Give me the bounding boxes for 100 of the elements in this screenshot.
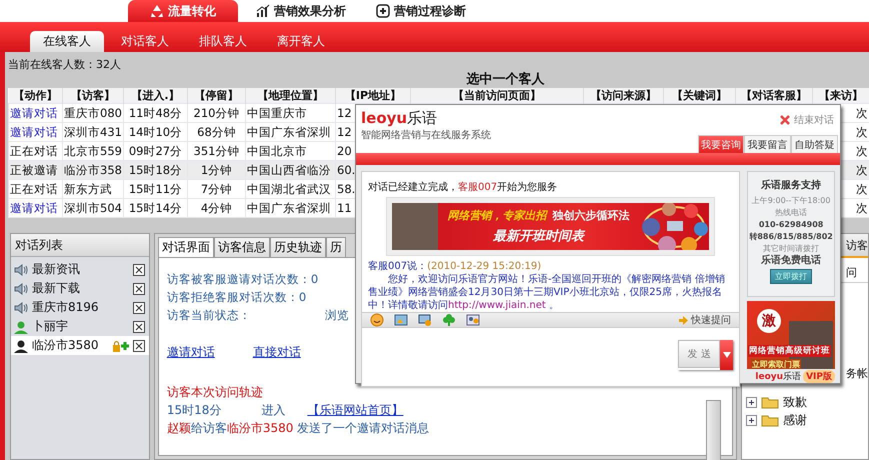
conversation-item[interactable]: 卜丽宇	[11, 317, 149, 336]
tree-node[interactable]: 致歉	[742, 393, 868, 411]
sub-tab[interactable]: 对话客人	[108, 31, 182, 52]
support-text: 热线电话	[775, 207, 808, 219]
close-icon	[132, 264, 145, 276]
folder-icon	[761, 413, 779, 427]
picture-icon[interactable]	[394, 313, 408, 327]
support-text: 其它时间请拨打	[763, 243, 820, 254]
stat-label: 访客被客服邀请对话次数：	[166, 272, 311, 286]
message-link[interactable]: http://www.jiain.net	[448, 300, 546, 311]
people-icon[interactable]	[466, 313, 480, 327]
support-text: 转886/815/885/802	[749, 231, 833, 243]
close-icon	[132, 340, 145, 352]
column-header: 【进入.】	[124, 88, 188, 104]
support-text: 010-62984908	[758, 219, 824, 231]
column-header: 【停留】	[188, 88, 246, 104]
dropdown-button[interactable]	[720, 340, 734, 370]
chat-tab[interactable]: 我要咨询	[698, 135, 744, 153]
table-cell: 深圳市431	[62, 122, 124, 142]
conversation-name: 卜丽宇	[32, 318, 69, 335]
ad-title: 网络营销高级研讨班	[748, 344, 832, 357]
panel-tab[interactable]: 历史轨迹	[270, 237, 326, 257]
stat-label: 访客拒绝客服对话次数：	[166, 290, 299, 304]
caret-icon	[722, 352, 731, 358]
selection-hint: 选中一个客人	[466, 70, 546, 88]
table-cell: 14时10分	[124, 122, 188, 142]
table-cell: 7分钟	[188, 180, 246, 198]
stat-label: 访客当前状态：	[166, 308, 251, 322]
column-header: 【IP地址】	[336, 88, 410, 104]
conversation-name: 临汾市3580	[32, 337, 100, 354]
conversation-item[interactable]: 重庆市8196	[11, 298, 149, 317]
send-button[interactable]: 发 送	[678, 340, 720, 368]
person-icon	[13, 320, 29, 334]
table-cell: 中国广东省深圳	[246, 122, 336, 142]
invite-link[interactable]: 邀请对话	[8, 122, 62, 142]
conversation-item[interactable]: 最新资讯	[11, 260, 149, 279]
nav-tab[interactable]: 营销过程诊断	[364, 0, 478, 22]
banner-slogan: 网络营销，专家出招	[448, 208, 547, 223]
conversation-name: 最新下载	[32, 280, 81, 297]
chat-tab[interactable]: 自助答疑	[791, 135, 838, 153]
log-message: 赵颖给访客临汾市3580 发送了一个邀请对话消息	[166, 420, 430, 437]
sub-tab[interactable]: 在线客人	[30, 31, 104, 52]
chat-tab[interactable]: 我要留言	[744, 135, 791, 153]
invite-link[interactable]: 邀请对话	[8, 104, 62, 122]
table-cell: 15时18分	[124, 160, 188, 180]
conversation-item[interactable]: 临汾市3580	[11, 336, 149, 355]
sub-tab[interactable]: 排队客人	[186, 31, 260, 52]
ad-badge: 激	[757, 308, 782, 333]
tree-label: 务帐	[846, 367, 868, 380]
tree-node[interactable]: 感谢	[742, 411, 868, 429]
section-title: 访客本次访问轨迹	[166, 384, 264, 401]
conversation-item[interactable]: 最新下载	[11, 279, 149, 298]
stat-value: 0	[310, 272, 318, 286]
field-text: 问	[846, 266, 857, 279]
panel-tab[interactable]: 对话界面	[158, 237, 214, 257]
trail-time: 15时18分	[166, 402, 222, 419]
panel-tab[interactable]: 历	[326, 237, 346, 257]
photo-placeholder	[392, 203, 438, 250]
column-header: 【对话客服】	[736, 88, 812, 104]
nav-tab[interactable]: 营销效果分析	[244, 0, 358, 22]
bubbles-drawing	[639, 203, 710, 250]
banner-title: 最新开班时间表	[493, 228, 584, 245]
bar-chart-icon	[256, 4, 270, 18]
table-cell: 新东方武	[62, 180, 124, 198]
sub-tab[interactable]: 离开客人	[264, 31, 338, 52]
quick-ask-link[interactable]: 快速提问	[679, 313, 732, 327]
smiley-icon[interactable]	[370, 313, 384, 327]
message-text: 您好，欢迎访问乐语官方网站！乐语-全国巡回开班的《解密网络营销 倍增销售业绩》网络营销盛会12月30日第十三期VIP小班北京站，仅限25席，火热报名中！详情敬请访问http://www.jiain.net 。	[368, 273, 726, 312]
close-icon	[132, 282, 145, 294]
online-count: 当前在线客人数：32人	[7, 57, 122, 72]
plus-icon	[376, 4, 390, 18]
column-header: 【访客】	[62, 88, 124, 104]
table-cell: 1分钟	[188, 160, 246, 180]
scrollbar[interactable]	[706, 400, 721, 460]
ad-text: 立即索取门票	[751, 358, 802, 369]
close-icon	[132, 320, 145, 332]
arrow-icon	[679, 316, 688, 324]
speaker-icon	[13, 282, 29, 296]
action-link[interactable]: 直接对话	[252, 344, 301, 361]
speaker-icon	[13, 262, 29, 276]
conversation-name: 重庆市8196	[32, 299, 100, 316]
panel-title: 访客	[846, 239, 868, 252]
table-cell: 临汾市358	[62, 160, 124, 180]
action-link[interactable]: 邀请对话	[166, 344, 215, 361]
ad-panel[interactable]: 激 网络营销高级研讨班 立即索取门票	[747, 300, 835, 369]
message-time: (2010-12-29 15:20:19)	[427, 261, 542, 272]
close-icon	[132, 302, 145, 314]
clover-icon[interactable]	[442, 313, 456, 327]
nav-tab[interactable]: 流量转化	[128, 0, 238, 22]
column-header: 【当前访问页面】	[410, 88, 584, 104]
folder-icon	[761, 395, 779, 409]
trail-event: 进入	[261, 402, 286, 419]
table-cell: 中国湖北省武汉	[246, 180, 336, 198]
panel-tab[interactable]: 访客信息	[214, 237, 270, 257]
table-cell: 11时48分	[124, 104, 188, 122]
ad-banner[interactable]: 网络营销，专家出招 独创六步循环法 最新开班时间表	[392, 203, 710, 250]
screen-icon[interactable]	[418, 313, 432, 327]
table-cell: 正被邀请	[8, 160, 62, 180]
column-header: 【动作】	[8, 88, 62, 104]
edition-badge: VIP版	[803, 370, 835, 383]
